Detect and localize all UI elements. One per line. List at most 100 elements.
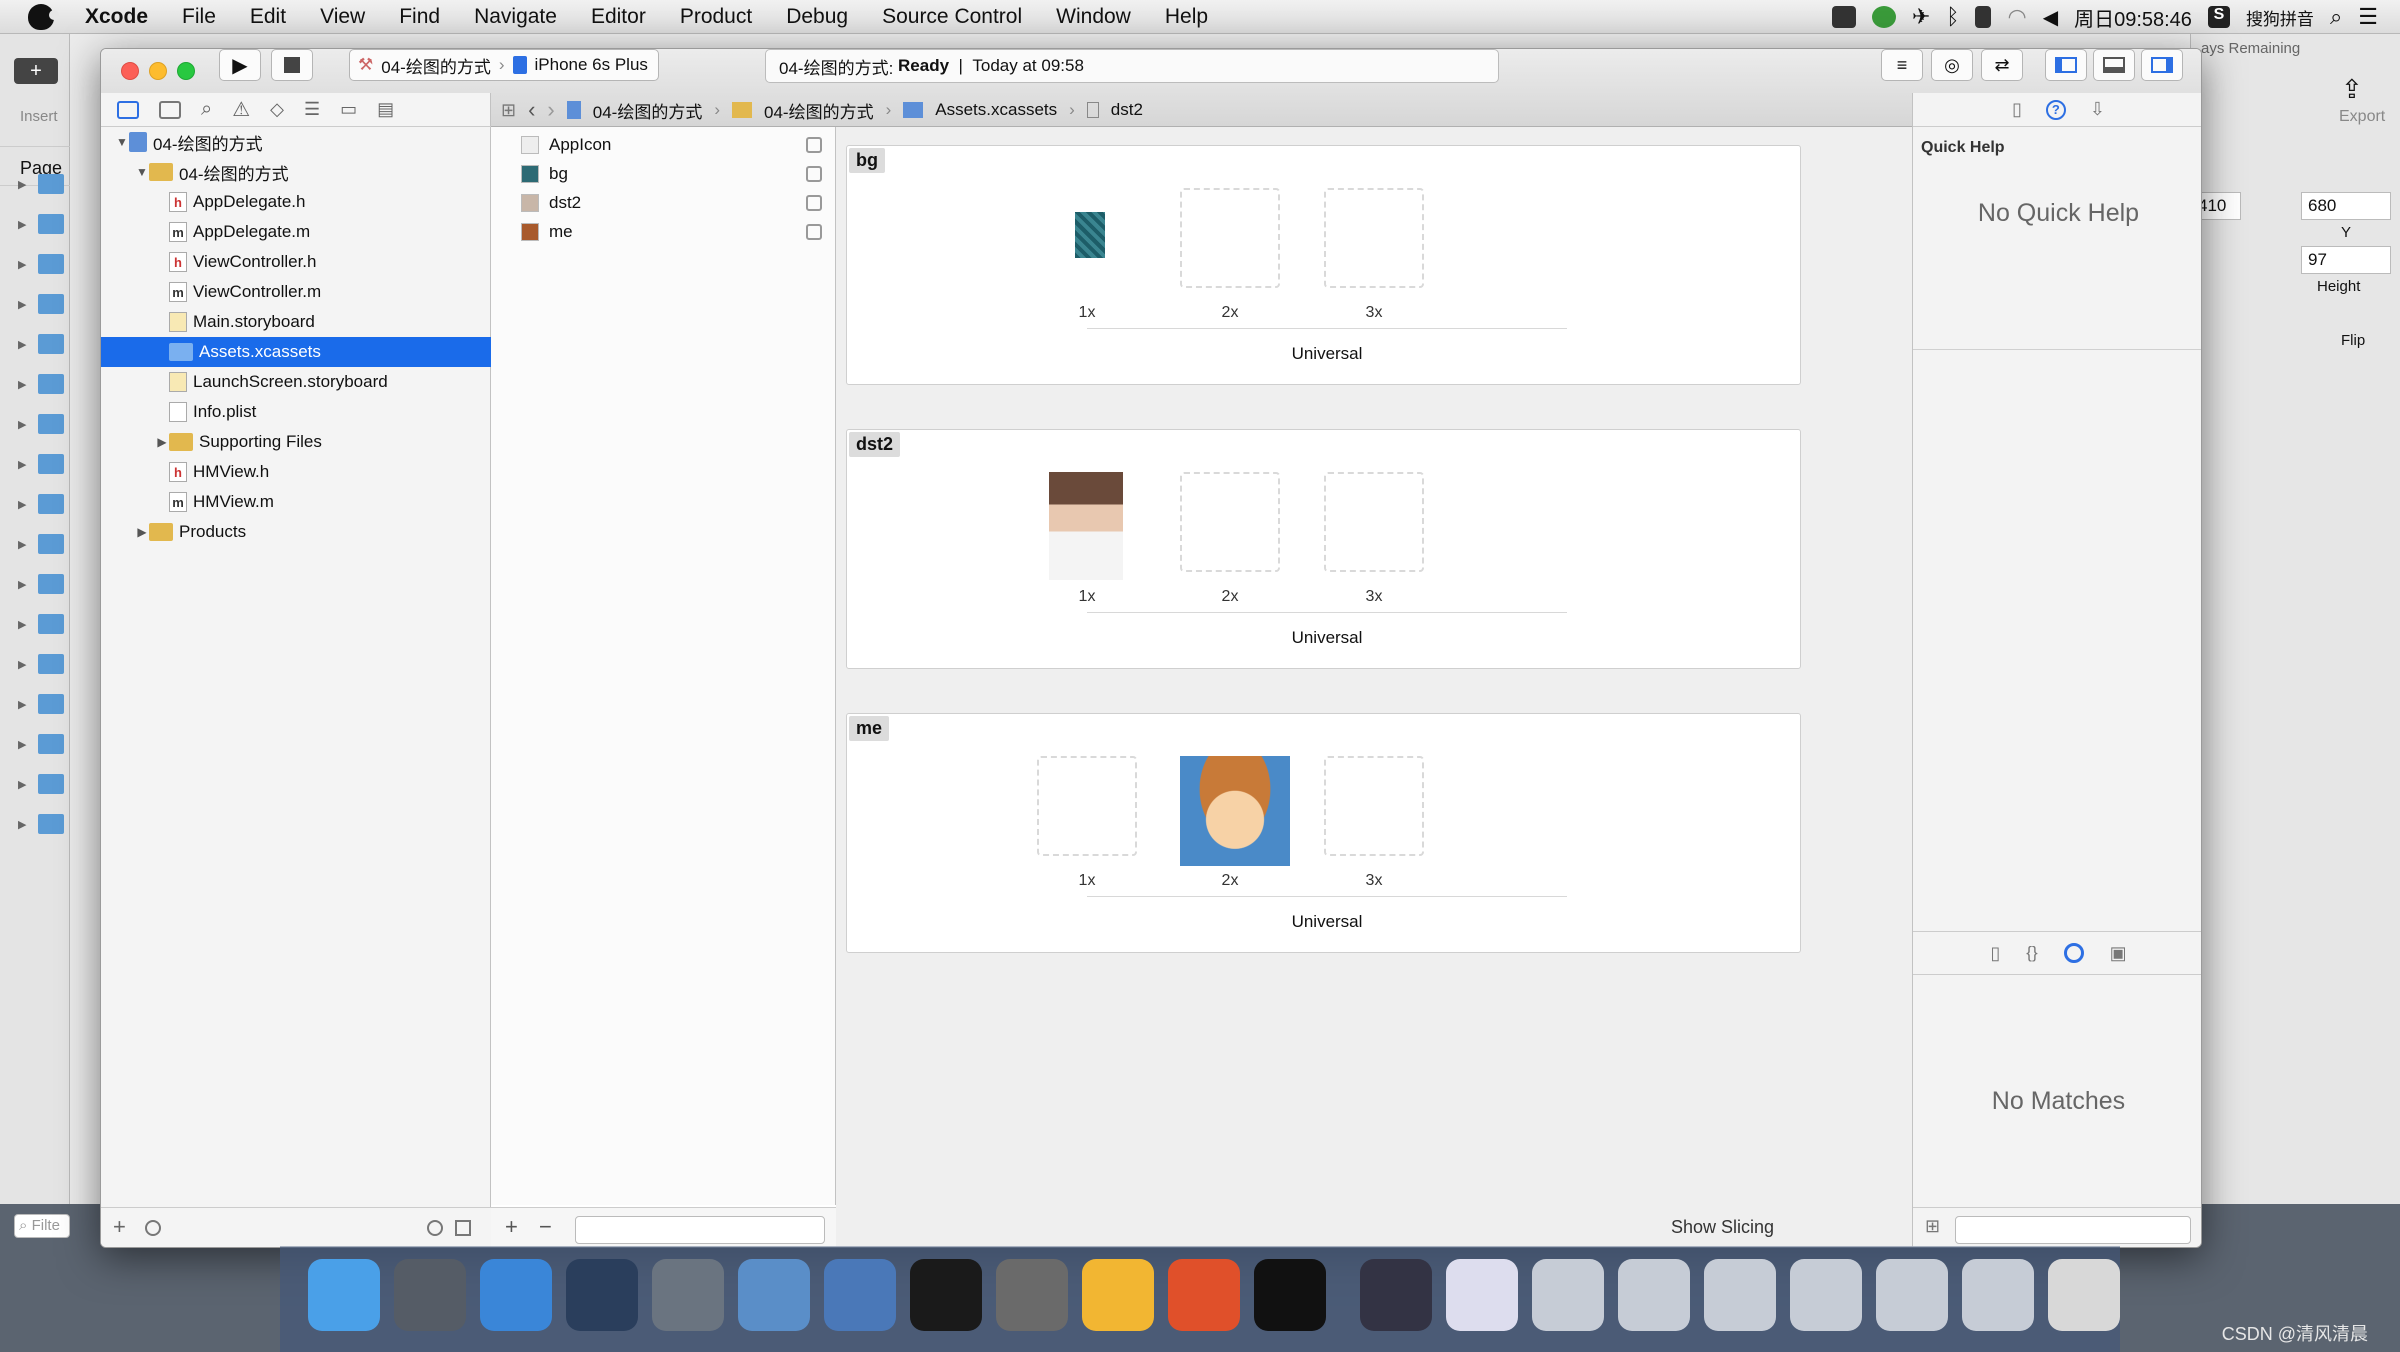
ib-folder-row[interactable]: ▶ [18, 494, 65, 514]
bluetooth-icon[interactable]: ᛒ [1946, 4, 1959, 30]
image-set-bg[interactable]: bg 1x 2x 3x Universal [846, 145, 1801, 385]
zoom-button[interactable] [177, 62, 195, 80]
breadcrumb-imageset[interactable]: dst2 [1111, 100, 1143, 120]
quick-help-icon[interactable]: ? [2045, 99, 2066, 120]
photo-slideshow-icon[interactable] [652, 1259, 724, 1331]
file-inspector-icon[interactable]: ▯ [2012, 99, 2022, 120]
asset-checkbox[interactable] [806, 224, 822, 240]
menu-window[interactable]: Window [1039, 5, 1148, 29]
toggle-navigator-button[interactable] [2045, 49, 2087, 81]
ib-folder-row[interactable]: ▶ [18, 734, 65, 754]
height-field[interactable]: 97 [2301, 246, 2391, 274]
screen-2-icon[interactable] [1618, 1259, 1690, 1331]
recent-files-icon[interactable] [427, 1220, 443, 1236]
preview-icon[interactable] [1446, 1259, 1518, 1331]
show-slicing-button[interactable]: Show Slicing [1671, 1217, 1774, 1238]
ib-folder-row[interactable]: ▶ [18, 254, 65, 274]
asset-list-item[interactable]: bg [491, 160, 836, 188]
image-slot-empty[interactable] [1324, 756, 1424, 856]
breakpoint-navigator-icon[interactable]: ▭ [340, 99, 357, 120]
tree-item[interactable]: Info.plist [101, 397, 491, 427]
asset-checkbox[interactable] [806, 195, 822, 211]
standard-editor-button[interactable]: ≡ [1881, 49, 1923, 81]
breadcrumb-group[interactable]: 04-绘图的方式 [764, 98, 874, 123]
image-slot-empty[interactable] [1324, 188, 1424, 288]
menu-xcode[interactable]: Xcode [68, 5, 165, 29]
menu-help[interactable]: Help [1148, 5, 1225, 29]
asset-checkbox[interactable] [806, 166, 822, 182]
breadcrumb-assets[interactable]: Assets.xcassets [935, 100, 1057, 120]
safari-icon[interactable] [480, 1259, 552, 1331]
tree-item[interactable]: m AppDelegate.m [101, 217, 491, 247]
xcode-icon[interactable] [738, 1259, 810, 1331]
ib-folder-row[interactable]: ▶ [18, 374, 65, 394]
sketch-icon[interactable] [1082, 1259, 1154, 1331]
mouse-icon[interactable] [566, 1259, 638, 1331]
ib-folder-row[interactable]: ▶ [18, 814, 65, 834]
scm-filter-icon[interactable] [455, 1220, 471, 1236]
wifi-icon[interactable]: ◠ [2007, 4, 2026, 30]
screen-record-icon[interactable] [1831, 6, 1856, 28]
report-navigator-icon[interactable]: ▤ [377, 99, 394, 120]
image-slot-empty[interactable] [1180, 472, 1280, 572]
scheme-selector[interactable]: ⚒ 04-绘图的方式 › iPhone 6s Plus [349, 49, 659, 81]
assistant-editor-button[interactable]: ◎ [1931, 49, 1973, 81]
screen-6-icon[interactable] [1962, 1259, 2034, 1331]
forward-icon[interactable]: › [547, 97, 554, 123]
export-icon[interactable]: ⇪ [2341, 74, 2363, 105]
tree-item[interactable]: Assets.xcassets [101, 337, 491, 367]
image-slot-filled[interactable] [1037, 188, 1137, 288]
asset-list-item[interactable]: AppIcon [491, 131, 836, 159]
grid-view-icon[interactable]: ⊞ [1925, 1216, 1940, 1237]
quicktime-icon[interactable] [1360, 1259, 1432, 1331]
file-template-icon[interactable]: ▯ [1990, 943, 2000, 964]
ib-folder-row[interactable]: ▶ [18, 654, 65, 674]
ib-folder-row[interactable]: ▶ [18, 614, 65, 634]
tree-item[interactable]: LaunchScreen.storyboard [101, 367, 491, 397]
toggle-debug-button[interactable] [2093, 49, 2135, 81]
image-slot-empty[interactable] [1037, 756, 1137, 856]
grid-icon[interactable]: ⊞ [501, 100, 516, 121]
days-remaining[interactable]: ays Remaining [2201, 40, 2300, 57]
menu-navigate[interactable]: Navigate [457, 5, 574, 29]
screen-4-icon[interactable] [1790, 1259, 1862, 1331]
version-editor-button[interactable]: ⇄ [1981, 49, 2023, 81]
back-icon[interactable]: ‹ [528, 97, 535, 123]
tree-item[interactable]: m HMView.m [101, 487, 491, 517]
tree-item[interactable]: m ViewController.m [101, 277, 491, 307]
asset-checkbox[interactable] [806, 137, 822, 153]
keynote-icon[interactable] [1168, 1259, 1240, 1331]
breadcrumb-project[interactable]: 04-绘图的方式 [593, 98, 703, 123]
tree-item[interactable]: h AppDelegate.h [101, 187, 491, 217]
test-navigator-icon[interactable]: ◇ [270, 99, 284, 120]
sogou-icon[interactable]: S [2207, 6, 2230, 28]
image-set-dst2[interactable]: dst2 1x 2x 3x Universal [846, 429, 1801, 669]
tree-item[interactable]: ▼ 04-绘图的方式 [101, 157, 491, 187]
asset-filter-input[interactable] [575, 1216, 825, 1244]
asset-list-item[interactable]: dst2 [491, 189, 836, 217]
image-slot-empty[interactable] [1180, 188, 1280, 288]
tree-item[interactable]: h HMView.h [101, 457, 491, 487]
ib-folder-row[interactable]: ▶ [18, 174, 65, 194]
ib-folder-row[interactable]: ▶ [18, 774, 65, 794]
ib-filter-input[interactable]: ⌕ Filte [14, 1214, 70, 1238]
disclosure-closed-icon[interactable]: ▶ [135, 525, 149, 539]
object-library-icon[interactable] [2063, 943, 2084, 963]
menu-editor[interactable]: Editor [574, 5, 663, 29]
clock[interactable]: 周日09:58:46 [2074, 3, 2192, 32]
finder-icon[interactable] [308, 1259, 380, 1331]
tree-item[interactable]: ▼ 04-绘图的方式 [101, 127, 491, 157]
menu-source-control[interactable]: Source Control [865, 5, 1039, 29]
volume-icon[interactable]: ◀ [2043, 5, 2058, 30]
minimize-button[interactable] [149, 62, 167, 80]
ib-folder-row[interactable]: ▶ [18, 214, 65, 234]
y-field[interactable]: 680 [2301, 192, 2391, 220]
ib-folder-row[interactable]: ▶ [18, 414, 65, 434]
screen-1-icon[interactable] [1532, 1259, 1604, 1331]
project-navigator-icon[interactable] [117, 100, 139, 119]
filter-icon[interactable] [145, 1220, 161, 1236]
toggle-utilities-button[interactable] [2141, 49, 2183, 81]
run-button[interactable]: ▶ [219, 49, 261, 81]
input-method[interactable]: 搜狗拼音 [2246, 5, 2314, 30]
attributes-inspector-icon[interactable]: ⇩ [2090, 99, 2105, 120]
